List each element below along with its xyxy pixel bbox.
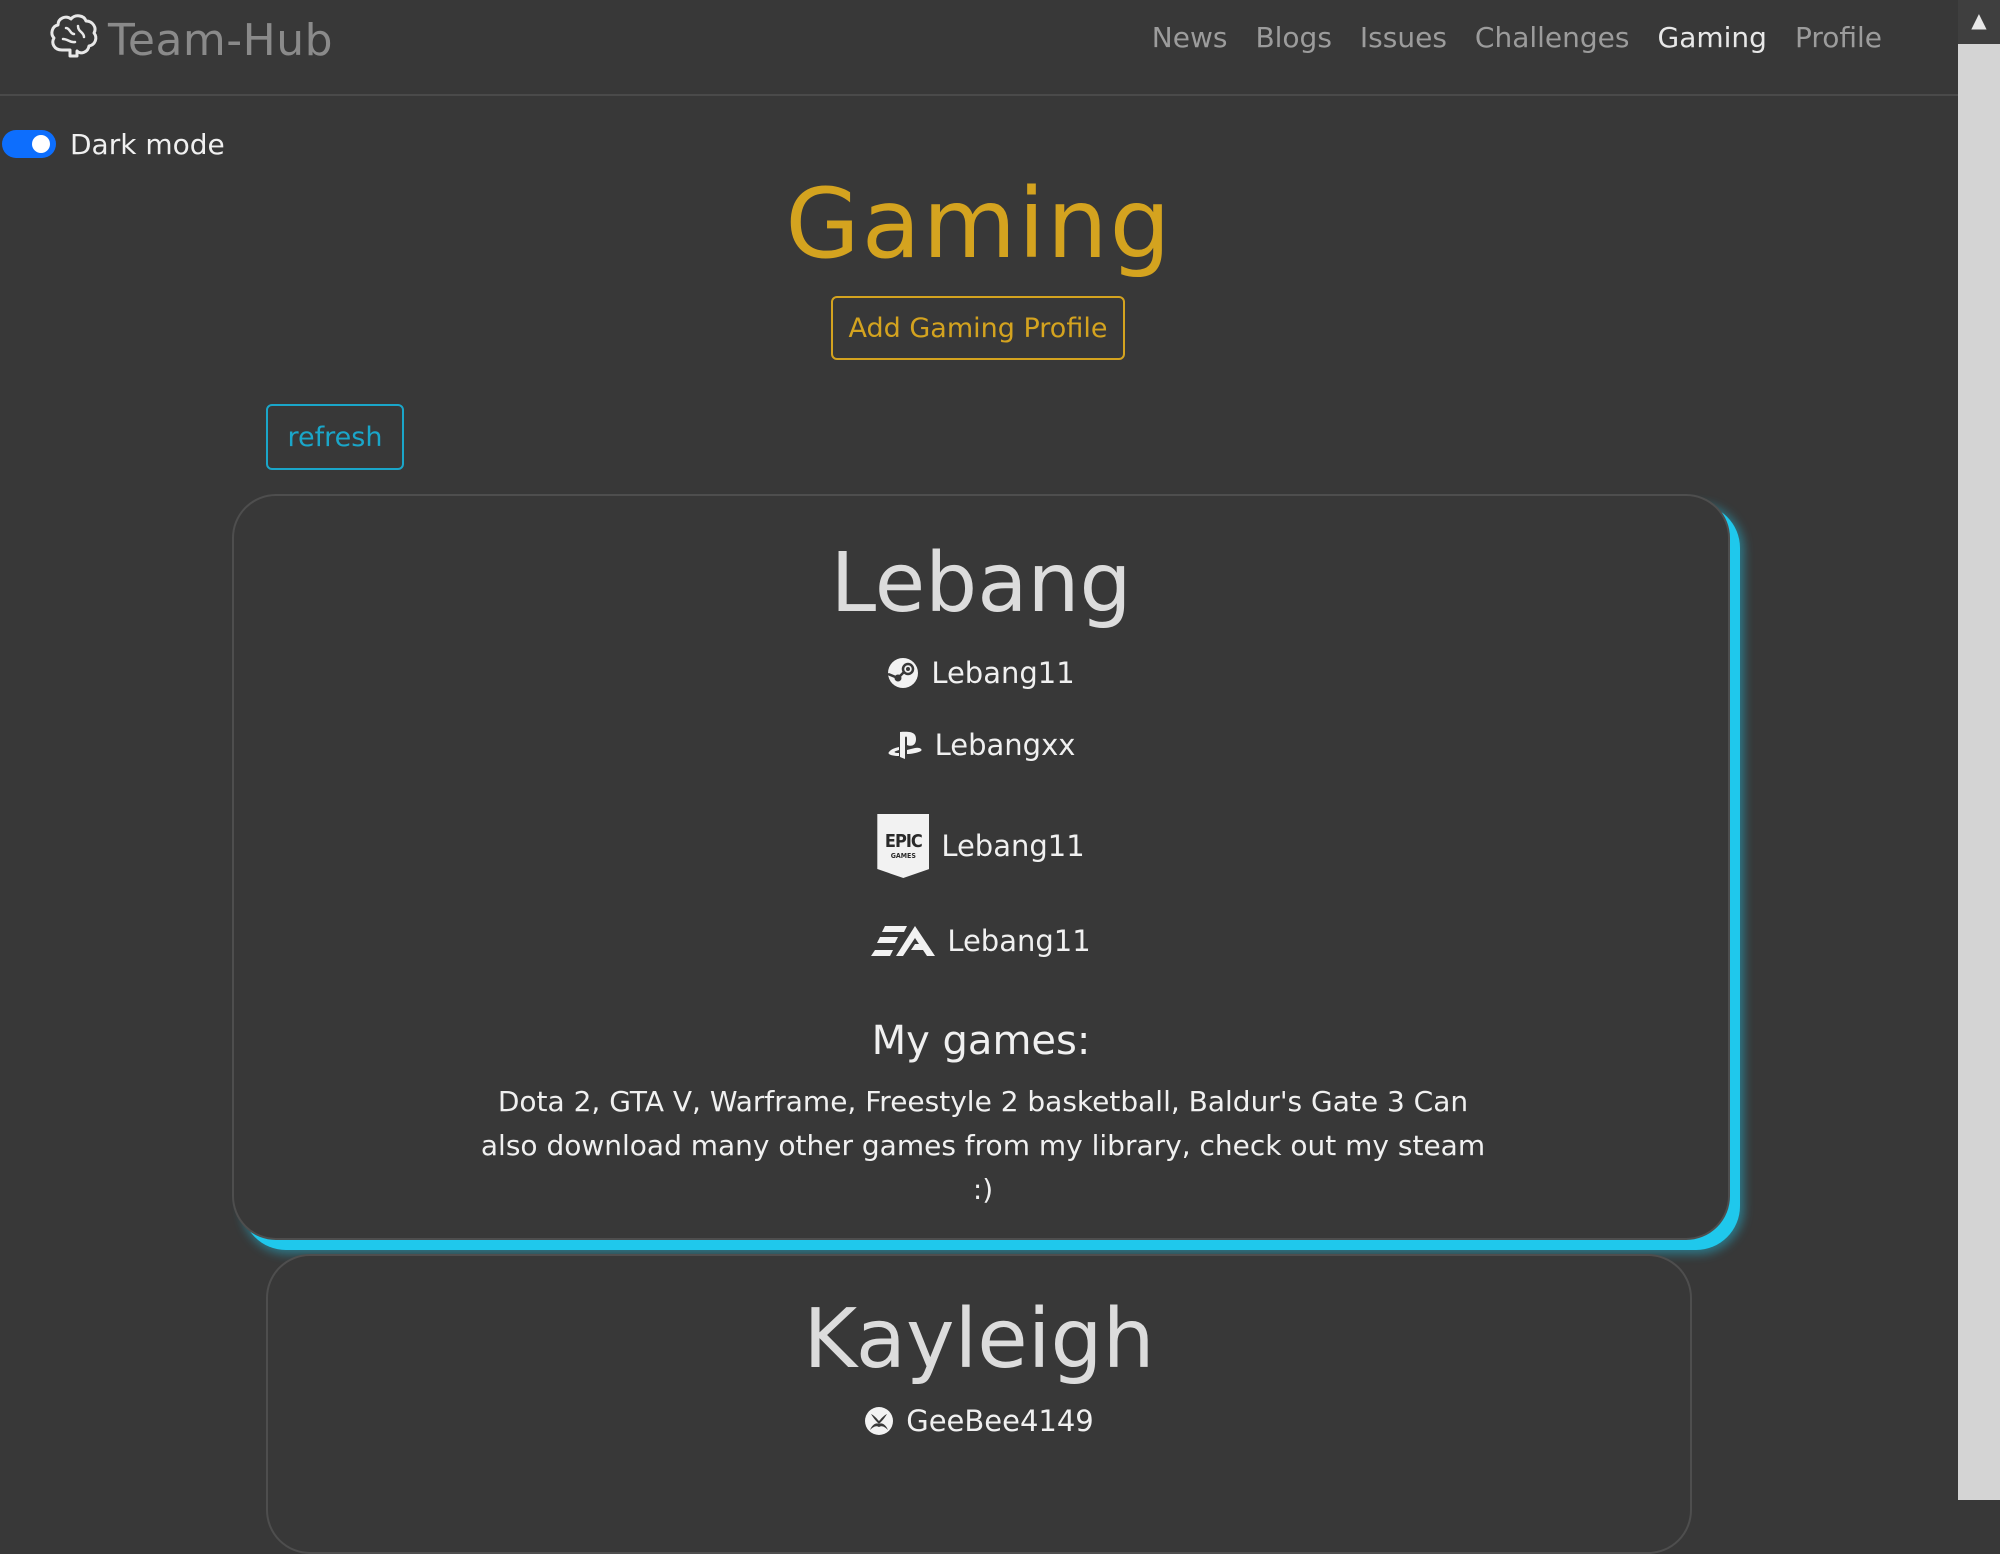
scroll-up-arrow-icon[interactable]: ▲ bbox=[1958, 0, 2000, 40]
account-handle: Lebangxx bbox=[934, 728, 1076, 762]
ea-icon bbox=[871, 924, 936, 958]
dark-mode-switch[interactable] bbox=[2, 130, 56, 158]
nav-link-issues[interactable]: Issues bbox=[1346, 21, 1461, 54]
account-handle: Lebang11 bbox=[941, 829, 1085, 863]
add-gaming-profile-button[interactable]: Add Gaming Profile bbox=[831, 296, 1125, 360]
nav-link-news[interactable]: News bbox=[1138, 21, 1242, 54]
profile-name: Lebang bbox=[830, 536, 1132, 631]
page-title: Gaming bbox=[785, 168, 1173, 280]
account-handle: Lebang11 bbox=[931, 656, 1075, 690]
nav-link-gaming[interactable]: Gaming bbox=[1644, 21, 1781, 54]
account-row-playstation: Lebangxx bbox=[234, 728, 1728, 762]
profile-name: Kayleigh bbox=[803, 1292, 1155, 1387]
account-handle: GeeBee4149 bbox=[906, 1404, 1094, 1438]
dark-mode-label: Dark mode bbox=[70, 127, 225, 161]
epic-games-icon: EPIC GAMES bbox=[877, 814, 930, 878]
nav-links: News Blogs Issues Challenges Gaming Prof… bbox=[1138, 14, 1896, 60]
vertical-scrollbar[interactable]: ▲ bbox=[1958, 0, 2000, 1500]
account-row-steam: Lebang11 bbox=[234, 656, 1728, 690]
brain-icon bbox=[48, 12, 100, 69]
refresh-button[interactable]: refresh bbox=[266, 404, 404, 470]
playstation-icon bbox=[887, 730, 923, 760]
steam-icon bbox=[887, 657, 919, 689]
games-list: Dota 2, GTA V, Warframe, Freestyle 2 bas… bbox=[480, 1085, 1486, 1206]
nav-link-challenges[interactable]: Challenges bbox=[1461, 21, 1644, 54]
brand-logo[interactable]: Team-Hub bbox=[48, 12, 333, 68]
nav-link-profile[interactable]: Profile bbox=[1781, 21, 1896, 54]
nav-link-blogs[interactable]: Blogs bbox=[1241, 21, 1345, 54]
scrollbar-thumb[interactable] bbox=[1958, 44, 2000, 1500]
brand-name: Team-Hub bbox=[108, 14, 334, 66]
account-handle: Lebang11 bbox=[947, 924, 1091, 958]
account-row-ea: Lebang11 bbox=[234, 924, 1728, 958]
account-row-xbox: GeeBee4149 bbox=[268, 1404, 1690, 1438]
account-row-epic: EPIC GAMES Lebang11 bbox=[234, 814, 1728, 878]
dark-mode-toggle-group: Dark mode bbox=[2, 124, 225, 164]
top-navbar: Team-Hub News Blogs Issues Challenges Ga… bbox=[0, 0, 1958, 96]
games-heading: My games: bbox=[871, 1018, 1091, 1064]
xbox-icon bbox=[864, 1406, 894, 1436]
profile-card: Lebang Lebang11 Lebangxx EPIC GAMES Leba… bbox=[232, 494, 1730, 1240]
profile-card: Kayleigh GeeBee4149 bbox=[266, 1254, 1692, 1554]
